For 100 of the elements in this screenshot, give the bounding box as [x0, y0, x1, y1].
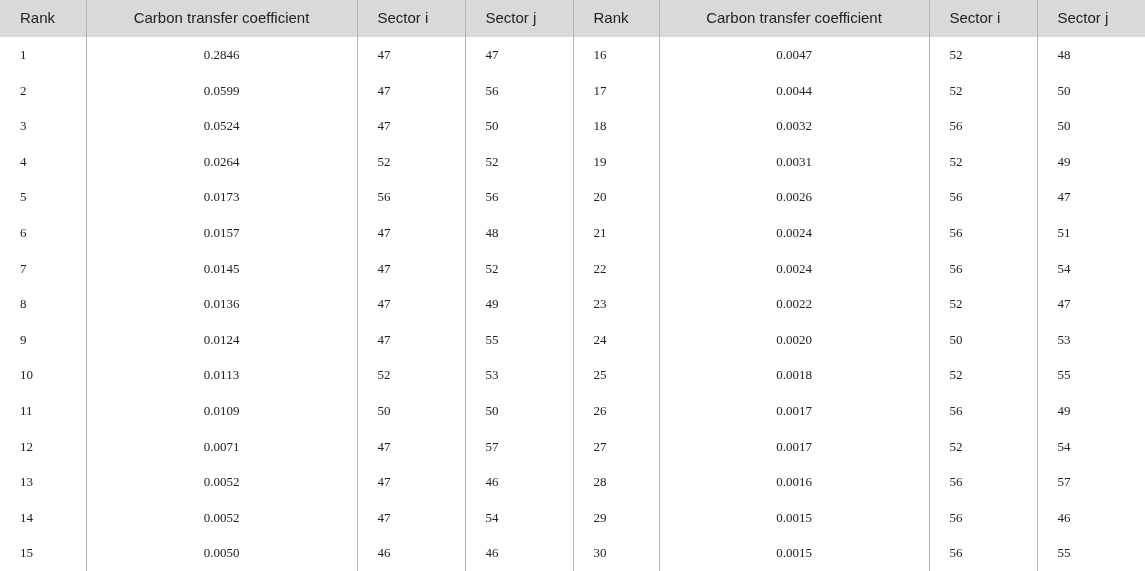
table-cell: 10 — [0, 357, 86, 393]
table-cell: 0.0136 — [86, 286, 357, 322]
table-cell: 54 — [1037, 428, 1145, 465]
table-cell: 52 — [929, 72, 1037, 109]
table-cell: 0.0015 — [659, 499, 929, 536]
column-header: Carbon transfer coefficient — [86, 0, 357, 37]
table-cell: 22 — [573, 250, 659, 287]
table-cell: 55 — [465, 321, 573, 358]
table-cell: 47 — [357, 72, 465, 109]
table-cell: 56 — [929, 499, 1037, 536]
table-cell: 0.0020 — [659, 321, 929, 358]
table-cell: 0.0173 — [86, 179, 357, 215]
table-cell: 56 — [929, 392, 1037, 429]
table-cell: 0.0599 — [86, 72, 357, 109]
column-header: Rank — [573, 0, 659, 37]
table-cell: 29 — [573, 499, 659, 536]
table-cell: 47 — [357, 108, 465, 144]
table-cell: 28 — [573, 464, 659, 500]
table-cell: 0.0264 — [86, 143, 357, 180]
table-cell: 0.0047 — [659, 37, 929, 73]
table-cell: 54 — [465, 499, 573, 536]
table-cell: 16 — [573, 37, 659, 73]
table-cell: 49 — [1037, 392, 1145, 429]
table-cell: 0.0031 — [659, 143, 929, 180]
table-cell: 47 — [357, 214, 465, 251]
table-cell: 5 — [0, 179, 86, 215]
table-cell: 52 — [929, 143, 1037, 180]
table-cell: 12 — [0, 428, 86, 465]
table-cell: 47 — [1037, 286, 1145, 322]
table-cell: 7 — [0, 250, 86, 287]
table-cell: 56 — [357, 179, 465, 215]
table-cell: 0.0050 — [86, 535, 357, 571]
table-cell: 0.0017 — [659, 392, 929, 429]
table-cell: 47 — [465, 37, 573, 73]
table-cell: 25 — [573, 357, 659, 393]
table-cell: 49 — [1037, 143, 1145, 180]
table-cell: 52 — [929, 37, 1037, 73]
table-cell: 50 — [929, 321, 1037, 358]
table-cell: 30 — [573, 535, 659, 571]
table-cell: 56 — [929, 464, 1037, 500]
table-cell: 47 — [357, 250, 465, 287]
table-cell: 57 — [1037, 464, 1145, 500]
table-cell: 56 — [929, 108, 1037, 144]
table-cell: 19 — [573, 143, 659, 180]
table-cell: 47 — [357, 286, 465, 322]
table-cell: 52 — [465, 143, 573, 180]
column-header: Sector j — [1037, 0, 1145, 37]
table-cell: 18 — [573, 108, 659, 144]
table-cell: 47 — [357, 464, 465, 500]
table-cell: 0.0017 — [659, 428, 929, 465]
table-cell: 0.0524 — [86, 108, 357, 144]
table-cell: 46 — [357, 535, 465, 571]
column-header: Sector i — [357, 0, 465, 37]
table-cell: 0.0016 — [659, 464, 929, 500]
table-cell: 0.0109 — [86, 392, 357, 429]
table-cell: 4 — [0, 143, 86, 180]
table-cell: 50 — [1037, 108, 1145, 144]
table-cell: 56 — [929, 214, 1037, 251]
table-cell: 13 — [0, 464, 86, 500]
table-cell: 20 — [573, 179, 659, 215]
table-cell: 11 — [0, 392, 86, 429]
table-cell: 9 — [0, 321, 86, 358]
column-header: Carbon transfer coefficient — [659, 0, 929, 37]
table-cell: 3 — [0, 108, 86, 144]
table-cell: 51 — [1037, 214, 1145, 251]
table-cell: 50 — [465, 392, 573, 429]
table-cell: 8 — [0, 286, 86, 322]
table-cell: 47 — [357, 37, 465, 73]
table-cell: 0.0157 — [86, 214, 357, 251]
column-header: Sector i — [929, 0, 1037, 37]
table-cell: 53 — [465, 357, 573, 393]
table-cell: 56 — [929, 535, 1037, 571]
table-cell: 0.0071 — [86, 428, 357, 465]
table-cell: 0.2846 — [86, 37, 357, 73]
table-cell: 57 — [465, 428, 573, 465]
table-cell: 0.0015 — [659, 535, 929, 571]
table-cell: 2 — [0, 72, 86, 109]
table-cell: 0.0052 — [86, 499, 357, 536]
table-cell: 52 — [929, 428, 1037, 465]
table-cell: 15 — [0, 535, 86, 571]
table-cell: 21 — [573, 214, 659, 251]
table-cell: 26 — [573, 392, 659, 429]
table-cell: 47 — [357, 499, 465, 536]
column-header: Rank — [0, 0, 86, 37]
table-cell: 52 — [929, 357, 1037, 393]
table-cell: 55 — [1037, 535, 1145, 571]
table-cell: 48 — [1037, 37, 1145, 73]
table-cell: 52 — [357, 357, 465, 393]
table-cell: 47 — [357, 428, 465, 465]
table-cell: 0.0024 — [659, 214, 929, 251]
table-cell: 24 — [573, 321, 659, 358]
table-cell: 0.0052 — [86, 464, 357, 500]
table-cell: 56 — [465, 179, 573, 215]
table-cell: 47 — [357, 321, 465, 358]
table-cell: 0.0113 — [86, 357, 357, 393]
table-cell: 52 — [465, 250, 573, 287]
table-cell: 0.0026 — [659, 179, 929, 215]
table-cell: 48 — [465, 214, 573, 251]
table-cell: 54 — [1037, 250, 1145, 287]
table-cell: 56 — [929, 250, 1037, 287]
